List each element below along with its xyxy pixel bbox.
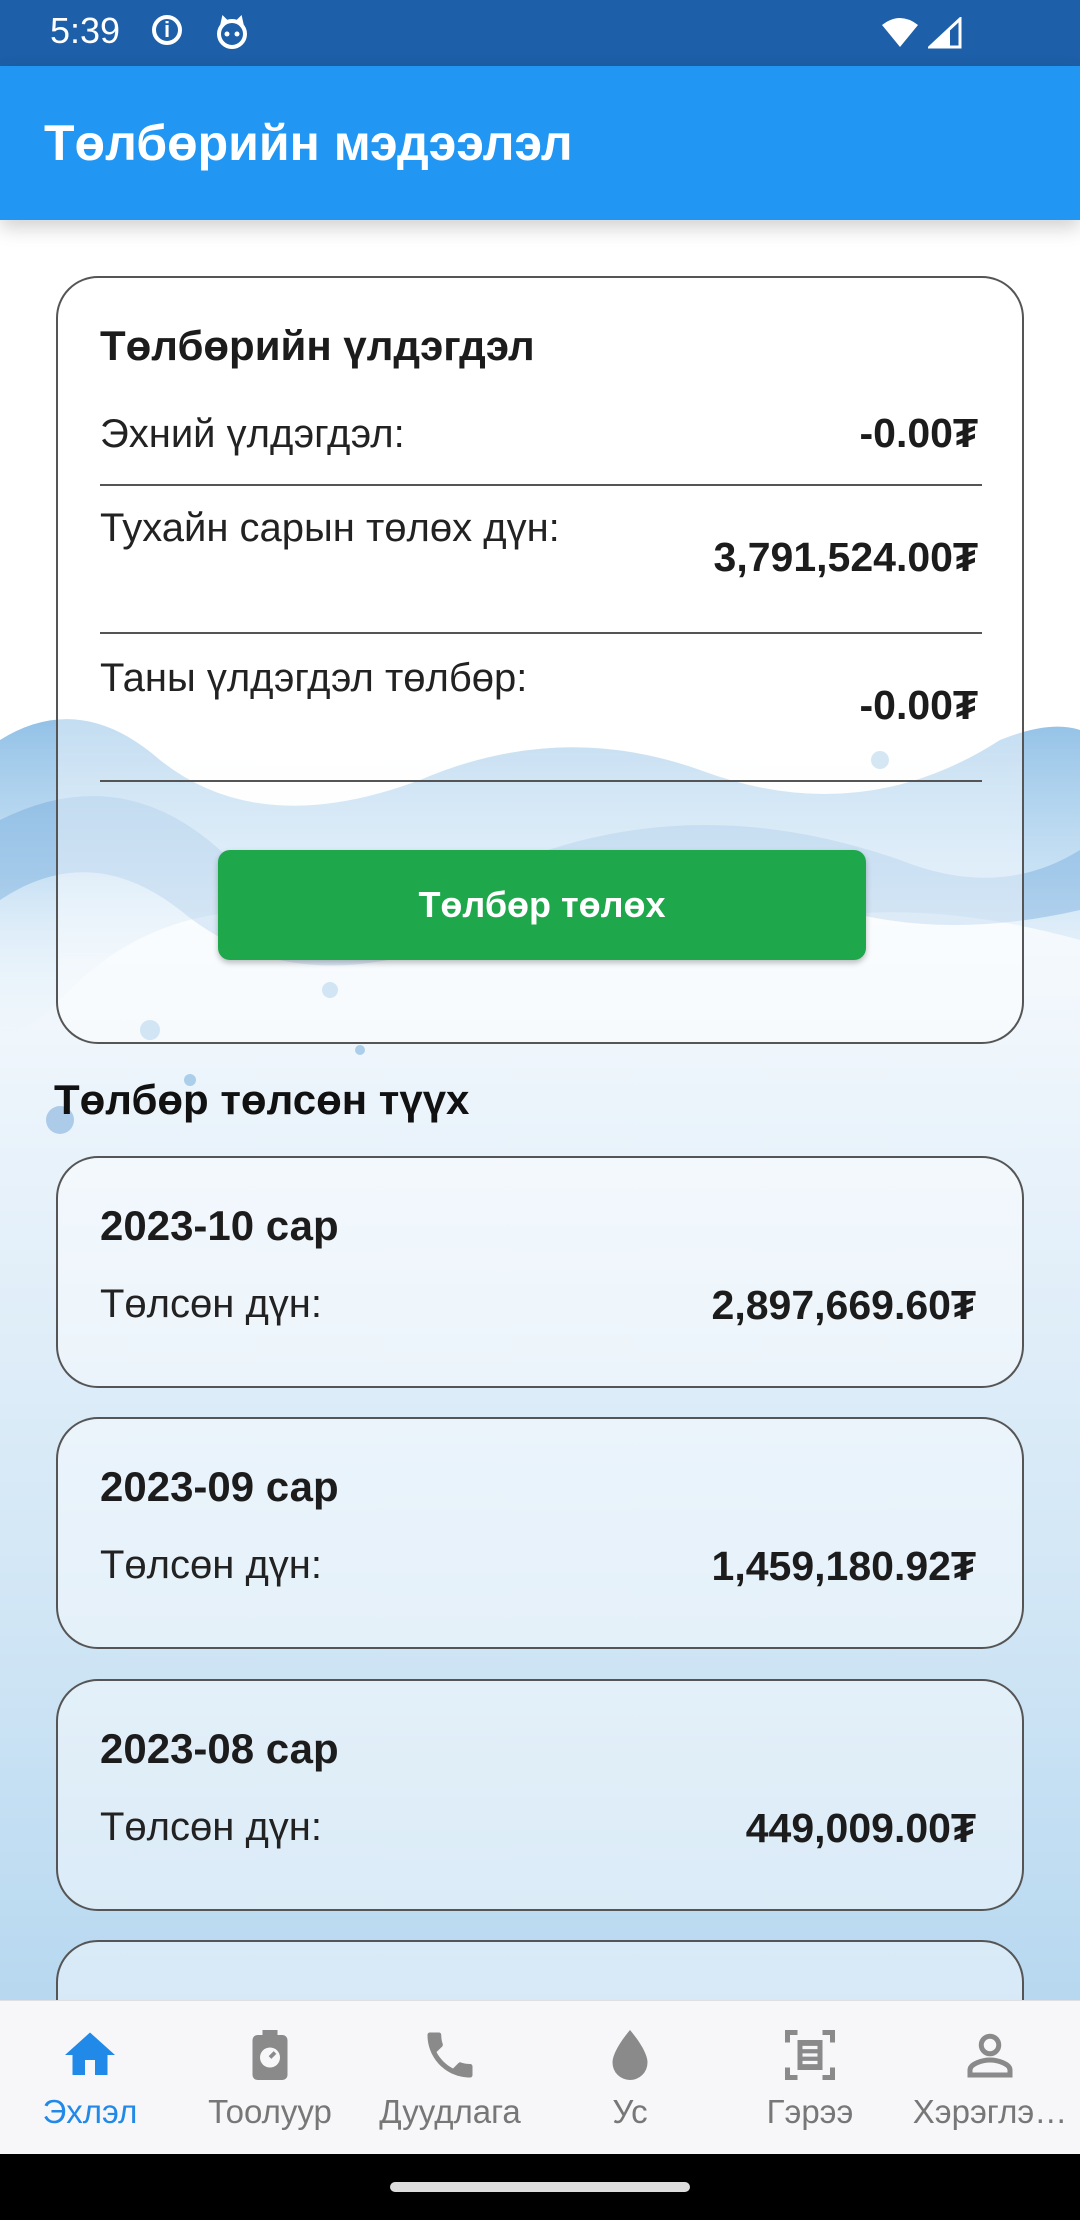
signal-icon — [928, 17, 962, 49]
bottom-navigation: Эхлэл Тоолуур Дуудлага Ус Гэрээ Хэрэглэ… — [0, 2000, 1080, 2155]
nav-label: Дуудлага — [379, 2093, 521, 2130]
balance-card: Төлбөрийн үлдэгдэл Эхний үлдэгдэл: -0.00… — [56, 276, 1024, 1044]
history-card[interactable]: 2023-08 сар Төлсөн дүн: 449,009.00₮ — [56, 1679, 1024, 1911]
balance-row-remaining: Таны үлдэгдэл төлбөр: -0.00₮ — [100, 632, 982, 782]
balance-value: -0.00₮ — [859, 410, 979, 456]
app-bar: Төлбөрийн мэдээлэл — [0, 66, 1080, 220]
water-drop-icon — [612, 2030, 648, 2080]
system-gesture-bar — [0, 2154, 1080, 2220]
history-card[interactable]: 2023-09 сар Төлсөн дүн: 1,459,180.92₮ — [56, 1417, 1024, 1649]
contract-icon — [785, 2030, 835, 2080]
balance-row-monthly-due: Тухайн сарын төлөх дүн: 3,791,524.00₮ — [100, 484, 982, 634]
history-paid-amount: 1,459,180.92₮ — [711, 1543, 976, 1589]
nav-label: Гэрээ — [766, 2093, 854, 2130]
nav-label: Эхлэл — [42, 2093, 138, 2130]
history-paid-amount: 2,897,669.60₮ — [711, 1282, 976, 1328]
nav-item-meter[interactable]: Тоолуур — [180, 2001, 360, 2155]
history-paid-label: Төлсөн дүн: — [100, 1543, 323, 1587]
home-gesture-handle[interactable] — [390, 2182, 690, 2192]
nav-label: Ус — [612, 2093, 648, 2130]
history-paid-amount: 449,009.00₮ — [745, 1805, 976, 1851]
balance-row-initial: Эхний үлдэгдэл: -0.00₮ — [100, 388, 982, 486]
home-icon — [65, 2032, 115, 2075]
user-icon — [967, 2033, 1013, 2078]
nav-item-water[interactable]: Ус — [540, 2001, 720, 2155]
history-card[interactable]: 2023-10 сар Төлсөн дүн: 2,897,669.60₮ — [56, 1156, 1024, 1388]
balance-value: -0.00₮ — [859, 682, 979, 728]
balance-value: 3,791,524.00₮ — [713, 534, 978, 580]
nav-label: Хэрэглэ… — [912, 2093, 1068, 2130]
history-paid-label: Төлсөн дүн: — [100, 1805, 323, 1849]
status-time: 5:39 — [50, 10, 121, 51]
history-title: Төлбөр төлсөн түүх — [54, 1076, 470, 1123]
balance-card-title: Төлбөрийн үлдэгдэл — [100, 322, 535, 369]
history-paid-label: Төлсөн дүн: — [100, 1282, 323, 1326]
nav-label: Тоолуур — [208, 2093, 332, 2130]
cat-icon — [217, 15, 247, 49]
pay-button[interactable]: Төлбөр төлөх — [218, 850, 866, 960]
status-bar: 5:39 i — [0, 0, 1080, 66]
nav-item-calls[interactable]: Дуудлага — [360, 2001, 540, 2155]
nav-item-home[interactable]: Эхлэл — [0, 2001, 180, 2155]
nav-item-user[interactable]: Хэрэглэ… — [900, 2001, 1080, 2155]
phone-icon — [427, 2032, 473, 2078]
info-icon: i — [152, 15, 182, 45]
history-month: 2023-10 сар — [100, 1202, 339, 1249]
wifi-icon — [882, 18, 918, 47]
balance-label: Таны үлдэгдэл төлбөр: — [100, 656, 528, 700]
balance-label: Тухайн сарын төлөх дүн: — [100, 506, 560, 550]
history-month: 2023-08 сар — [100, 1725, 339, 1772]
nav-item-contract[interactable]: Гэрээ — [720, 2001, 900, 2155]
history-month: 2023-09 сар — [100, 1463, 339, 1510]
meter-icon — [252, 2030, 288, 2080]
page-title: Төлбөрийн мэдээлэл — [44, 115, 573, 171]
balance-label: Эхний үлдэгдэл: — [100, 412, 405, 456]
